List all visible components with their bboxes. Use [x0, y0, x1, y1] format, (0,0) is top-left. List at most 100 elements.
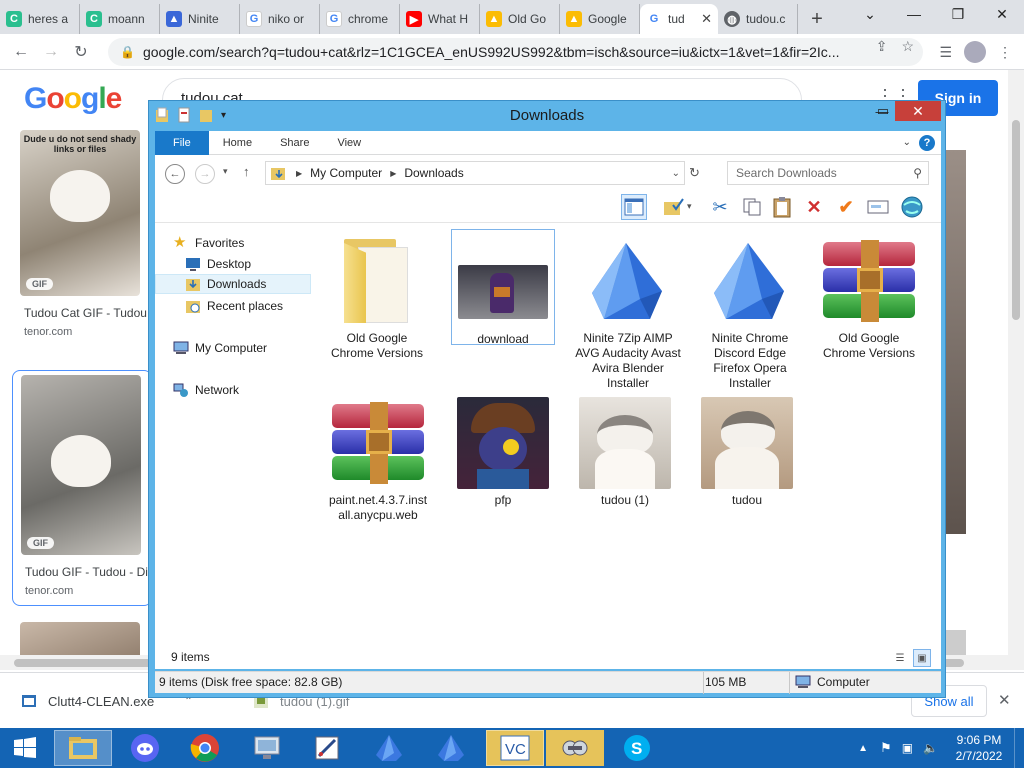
- tab-home[interactable]: Home: [209, 131, 266, 155]
- check-icon[interactable]: ✔: [833, 194, 859, 220]
- taskbar-vs-button[interactable]: VC: [486, 730, 544, 766]
- cut-icon[interactable]: ✂: [707, 194, 733, 220]
- file-item[interactable]: Old Google Chrome Versions: [817, 229, 921, 361]
- breadcrumb-separator[interactable]: ▶: [390, 169, 396, 178]
- file-item[interactable]: tudou: [695, 391, 799, 508]
- taskbar-discord-button[interactable]: [116, 730, 174, 766]
- bookmark-star-icon[interactable]: ☆: [901, 38, 914, 55]
- help-icon[interactable]: ?: [919, 134, 935, 151]
- restore-icon[interactable]: ❐: [936, 0, 980, 28]
- taskbar-chrome-button[interactable]: [176, 730, 234, 766]
- breadcrumb-my-computer[interactable]: My Computer: [310, 166, 382, 180]
- close-button[interactable]: ✕: [895, 101, 941, 121]
- close-icon[interactable]: ✕: [980, 0, 1024, 28]
- network-icon[interactable]: ▣: [902, 741, 913, 755]
- up-arrow-icon[interactable]: ↑: [243, 164, 250, 179]
- result-title[interactable]: Tudou GIF - Tudou - Dis...: [25, 565, 151, 579]
- browser-tab[interactable]: Gchrome: [320, 4, 400, 34]
- globe-icon[interactable]: [899, 194, 925, 220]
- minimize-icon[interactable]: —: [892, 0, 936, 28]
- taskbar-ninite-button[interactable]: [422, 730, 480, 766]
- google-logo[interactable]: Google: [24, 82, 122, 116]
- chevron-down-icon[interactable]: ▾: [687, 201, 692, 212]
- preview-pane-button[interactable]: [621, 194, 647, 220]
- image-result[interactable]: GIF Tudou GIF - Tudou - Dis... tenor.com: [12, 370, 152, 606]
- share-icon[interactable]: ⇪: [876, 38, 888, 55]
- browser-tab[interactable]: ◍ tudou.c: [718, 4, 798, 34]
- back-arrow-icon[interactable]: ←: [6, 37, 36, 67]
- browser-tab[interactable]: ▶ What H: [400, 4, 480, 34]
- file-item[interactable]: tudou (1): [573, 391, 677, 508]
- vertical-scrollbar[interactable]: [1008, 70, 1024, 670]
- chevron-down-icon[interactable]: ⌄: [672, 168, 680, 179]
- tab-share[interactable]: Share: [266, 131, 323, 155]
- address-bar[interactable]: 🔒 google.com/search?q=tudou+cat&rlz=1C1G…: [108, 38, 923, 66]
- result-thumbnail[interactable]: Dude u do not send shady links or files …: [20, 130, 140, 296]
- taskbar-skype-button[interactable]: S: [608, 730, 666, 766]
- refresh-icon[interactable]: ↻: [689, 165, 700, 181]
- recent-locations-icon[interactable]: ▾: [223, 166, 228, 177]
- chevron-down-icon[interactable]: ⌄: [903, 137, 911, 148]
- reading-list-icon[interactable]: ☰: [939, 44, 952, 61]
- start-button[interactable]: [0, 728, 50, 768]
- browser-tab[interactable]: ▲ Google: [560, 4, 640, 34]
- image-result[interactable]: Dude u do not send shady links or files …: [12, 126, 152, 356]
- maximize-button[interactable]: ▭: [871, 101, 895, 121]
- show-hidden-icons-icon[interactable]: ▲: [858, 743, 868, 754]
- file-item[interactable]: paint.net.4.3.7.install.anycpu.web: [325, 391, 431, 523]
- breadcrumb-downloads[interactable]: Downloads: [404, 166, 463, 180]
- close-tab-icon[interactable]: ✕: [701, 11, 712, 27]
- file-item[interactable]: Ninite Chrome Discord Edge Firefox Opera…: [695, 229, 805, 391]
- volume-muted-icon[interactable]: 🔈: [923, 741, 938, 755]
- taskbar-app-button[interactable]: [546, 730, 604, 766]
- profile-avatar[interactable]: [964, 41, 986, 63]
- tab-search-icon[interactable]: ⌄: [848, 0, 892, 28]
- taskbar-paint-button[interactable]: [298, 730, 356, 766]
- forward-arrow-icon[interactable]: →: [195, 164, 215, 184]
- taskbar-explorer-button[interactable]: [54, 730, 112, 766]
- breadcrumb-separator[interactable]: ▶: [296, 169, 302, 178]
- explorer-title-bar[interactable]: ▾ Downloads — ▭ ✕: [149, 101, 945, 131]
- folder-options-button[interactable]: [661, 194, 687, 220]
- delete-icon[interactable]: ✕: [801, 194, 827, 220]
- taskbar-clock[interactable]: 9:06 PM 2/7/2022: [944, 732, 1014, 764]
- reload-icon[interactable]: ↻: [66, 37, 96, 67]
- address-breadcrumb[interactable]: ▶ My Computer ▶ Downloads ⌄: [265, 161, 685, 185]
- file-item[interactable]: Ninite 7Zip AIMP AVG Audacity Avast Avir…: [573, 229, 683, 391]
- menu-kebab-icon[interactable]: ⋮: [998, 44, 1012, 61]
- close-icon[interactable]: ✕: [998, 691, 1011, 709]
- large-icons-view-icon[interactable]: ▣: [913, 649, 931, 667]
- nav-network[interactable]: Network: [173, 380, 239, 400]
- action-center-flag-icon[interactable]: ⚑: [880, 740, 892, 756]
- nav-favorites[interactable]: ★ Favorites: [173, 233, 244, 253]
- result-title[interactable]: Tudou Cat GIF - Tudou ...: [24, 306, 152, 320]
- nav-recent-places[interactable]: Recent places: [185, 296, 283, 316]
- taskbar-remote-button[interactable]: [238, 730, 296, 766]
- browser-tab[interactable]: ▲ Ninite: [160, 4, 240, 34]
- tab-file[interactable]: File: [155, 130, 209, 155]
- nav-downloads[interactable]: Downloads: [155, 274, 311, 294]
- browser-tab[interactable]: Gniko or: [240, 4, 320, 34]
- nav-my-computer[interactable]: My Computer: [173, 338, 267, 358]
- paste-icon[interactable]: [769, 194, 795, 220]
- scrollbar-thumb[interactable]: [1012, 120, 1020, 320]
- new-tab-button[interactable]: +: [798, 4, 836, 34]
- copy-icon[interactable]: [739, 194, 765, 220]
- browser-tab-active[interactable]: Gtud ✕: [640, 4, 718, 34]
- browser-tab[interactable]: Cmoann: [80, 4, 160, 34]
- file-item[interactable]: pfp: [451, 391, 555, 508]
- back-arrow-icon[interactable]: ←: [165, 164, 185, 184]
- browser-tab[interactable]: ▲ Old Go: [480, 4, 560, 34]
- result-thumbnail[interactable]: GIF: [21, 375, 141, 555]
- file-item-selected[interactable]: download: [451, 229, 555, 346]
- forward-arrow-icon[interactable]: →: [36, 37, 66, 67]
- taskbar-ninite-button[interactable]: [360, 730, 418, 766]
- file-item[interactable]: Old Google Chrome Versions: [325, 229, 429, 361]
- show-desktop-button[interactable]: [1014, 728, 1024, 768]
- tab-view[interactable]: View: [323, 131, 375, 155]
- nav-desktop[interactable]: Desktop: [185, 254, 251, 274]
- details-view-icon[interactable]: ☰: [891, 649, 909, 667]
- explorer-search-input[interactable]: Search Downloads ⚲: [727, 161, 929, 185]
- browser-tab[interactable]: Cheres a: [0, 4, 80, 34]
- rename-icon[interactable]: [865, 194, 891, 220]
